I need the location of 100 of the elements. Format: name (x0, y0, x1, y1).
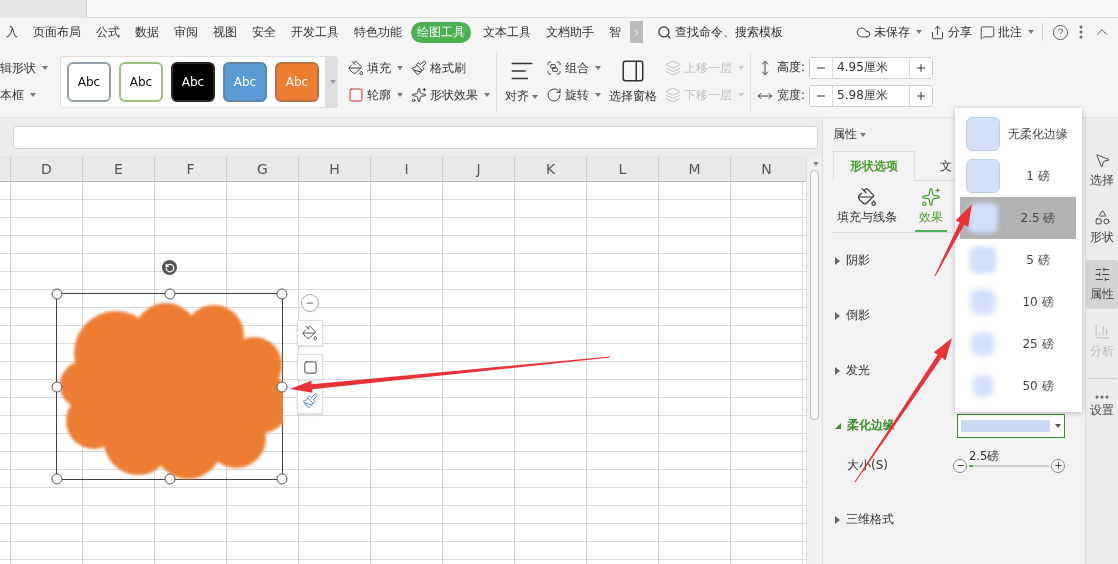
ribbon-button[interactable]: 选择窗格 (607, 58, 659, 105)
panel-tab[interactable]: 文 (915, 151, 955, 181)
outline-button[interactable] (297, 354, 323, 380)
column-header[interactable]: H (298, 156, 370, 181)
ribbon-button[interactable]: 本框 (0, 84, 48, 106)
preview-swatch (966, 159, 1000, 193)
ribbon-button[interactable]: 填充 (348, 57, 403, 79)
dropdown-option[interactable]: 25 磅 (960, 323, 1076, 365)
collapse-button[interactable] (301, 294, 319, 312)
layers-icon (665, 87, 681, 103)
plus-button[interactable] (1051, 458, 1065, 473)
column-header[interactable]: K (514, 156, 586, 181)
group-icon (546, 60, 562, 76)
menu-tab[interactable]: 审阅 (168, 21, 204, 43)
column-header[interactable]: D (10, 156, 82, 181)
column-header[interactable]: G (226, 156, 298, 181)
fill-button[interactable] (297, 320, 323, 346)
ribbon-button[interactable]: 旋转 (546, 84, 601, 106)
column-header[interactable]: F (154, 156, 226, 181)
sparkle-icon (411, 87, 427, 103)
style-preset[interactable]: Abc (171, 61, 215, 102)
share-icon (930, 24, 945, 40)
toolbar-button[interactable]: 批注 (976, 23, 1038, 41)
menu-tab[interactable]: 文本工具 (477, 21, 537, 43)
ribbon-button[interactable]: 形状效果 (411, 84, 490, 106)
soft-edge-select[interactable] (957, 413, 1065, 438)
column-header[interactable]: M (658, 156, 730, 181)
menu-tab[interactable]: 公式 (90, 21, 126, 43)
help-icon (1052, 23, 1069, 41)
section-header[interactable]: 三维格式 (833, 492, 896, 547)
resize-handle[interactable] (276, 381, 288, 392)
square-icon (348, 87, 364, 103)
resize-handle[interactable] (164, 288, 175, 300)
menu-tab[interactable]: 安全 (246, 21, 282, 43)
caret-icon (42, 66, 48, 70)
ribbon-button[interactable]: 组合 (546, 57, 601, 79)
menu-tab[interactable]: 开发工具 (285, 21, 345, 43)
column-header[interactable]: N (730, 156, 802, 181)
toolbar-button[interactable]: 未保存 (852, 23, 926, 41)
field-label: 宽度: (777, 87, 806, 104)
preview-swatch (968, 203, 998, 233)
style-preset[interactable]: Abc (67, 61, 111, 102)
expand-icon (835, 366, 840, 375)
ribbon-button[interactable]: 轮廓 (348, 84, 403, 106)
ribbon-button[interactable]: 对齐 (503, 58, 540, 105)
shapes-icon (1093, 209, 1111, 226)
side-rail-button[interactable]: 属性 (1086, 260, 1118, 309)
menu-tab[interactable]: 页面布局 (27, 21, 87, 43)
resize-handle[interactable] (276, 473, 288, 485)
side-rail-button[interactable]: 设置 (1086, 389, 1118, 425)
section-header[interactable]: 阴影 (833, 233, 872, 288)
column-header[interactable]: J (442, 156, 514, 181)
search-button[interactable]: 查找命令、搜索模板 (657, 23, 783, 41)
dropdown-option[interactable]: 50 磅 (960, 365, 1076, 407)
menu-tab[interactable]: 视图 (207, 21, 243, 43)
rotate-icon (164, 262, 175, 273)
dropdown-option[interactable]: 无柔化边缘 (960, 113, 1076, 155)
rotate-handle[interactable] (162, 260, 177, 275)
minus-button[interactable] (953, 458, 967, 473)
caret-icon (1055, 423, 1061, 428)
plus-icon (915, 61, 928, 74)
style-preset[interactable]: Abc (119, 61, 163, 102)
menu-tab[interactable]: 入 (0, 21, 24, 43)
menu-tab[interactable]: 数据 (129, 21, 165, 43)
caret-icon (397, 93, 403, 97)
pointer-icon (1093, 152, 1111, 169)
caret-icon (738, 66, 744, 70)
toolbar-button[interactable]: 分享 (926, 23, 976, 41)
column-header[interactable]: I (370, 156, 442, 181)
preview-swatch (971, 290, 995, 314)
dropdown-option[interactable]: 10 磅 (960, 281, 1076, 323)
menu-tab[interactable]: 特色功能 (348, 21, 408, 43)
dropdown-option[interactable]: 5 磅 (960, 239, 1076, 281)
sliders-icon (1093, 266, 1111, 283)
section-header[interactable]: 发光 (833, 343, 872, 398)
caret-icon (329, 79, 336, 84)
resize-handle[interactable] (276, 288, 288, 300)
resize-handle[interactable] (51, 473, 63, 485)
column-header[interactable]: L (586, 156, 658, 181)
dropdown-option[interactable]: 1 磅 (960, 155, 1076, 197)
menu-tab[interactable]: 文档助手 (540, 21, 600, 43)
panel-title[interactable]: 属性 (833, 124, 866, 145)
more-icon (1079, 25, 1083, 39)
resize-handle[interactable] (51, 288, 63, 300)
ribbon-button[interactable]: 辑形状 (0, 57, 48, 79)
panel-icon (620, 58, 646, 84)
panel-subtab[interactable]: 填充与线条 (833, 181, 901, 232)
preview-swatch (966, 117, 1000, 151)
column-header[interactable]: E (82, 156, 154, 181)
field-label: 高度: (777, 59, 806, 76)
resize-handle[interactable] (51, 381, 63, 392)
dropdown-option[interactable]: 2.5 磅 (960, 197, 1076, 239)
scrollbar[interactable] (806, 156, 822, 564)
side-rail-button[interactable]: 选择 (1086, 146, 1118, 195)
section-header[interactable]: 倒影 (833, 288, 872, 343)
resize-handle[interactable] (164, 473, 175, 485)
menu-tab[interactable]: 智 (603, 21, 627, 43)
side-rail-button[interactable]: 形状 (1086, 203, 1118, 252)
formula-field[interactable] (13, 125, 818, 149)
ribbon-button[interactable]: 格式刷 (411, 57, 490, 79)
